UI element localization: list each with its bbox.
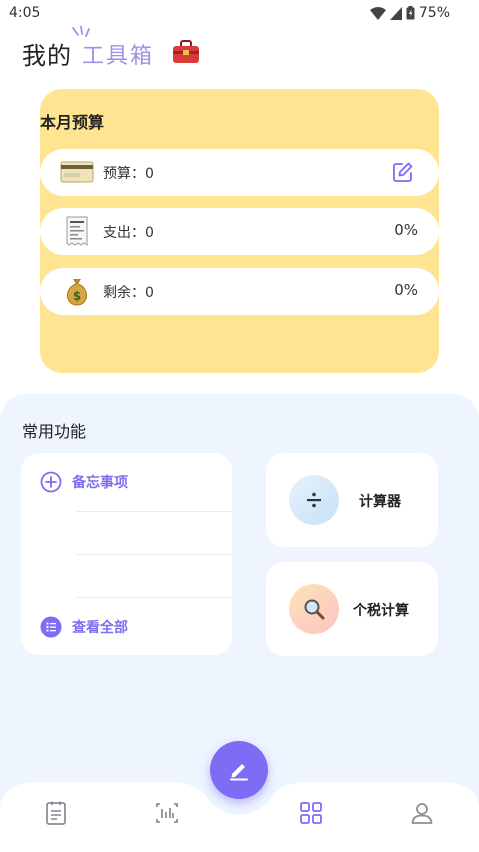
notes-tab-icon[interactable] xyxy=(43,800,69,826)
budget-row-expense: 支出：0 0% xyxy=(40,208,439,255)
grid-tab-icon[interactable] xyxy=(298,800,324,826)
add-memo-label: 备忘事项 xyxy=(72,475,128,491)
battery-percent: 75% xyxy=(418,5,450,21)
status-icons: 75% xyxy=(369,5,450,21)
battery-icon xyxy=(406,6,415,20)
tax-calculator-label: 个税计算 xyxy=(353,603,409,619)
budget-title: 本月预算 xyxy=(40,113,105,132)
memo-divider xyxy=(76,511,232,512)
profile-tab-icon[interactable] xyxy=(409,800,435,826)
view-all-memos-button[interactable]: 查看全部 xyxy=(40,616,128,638)
plus-circle-icon xyxy=(40,471,62,493)
edit-budget-icon[interactable] xyxy=(392,161,414,183)
chart-tab-icon[interactable] xyxy=(154,800,180,826)
magnifier-icon xyxy=(304,599,325,620)
tax-calculator-card[interactable]: 个税计算 xyxy=(266,562,438,656)
credit-card-icon xyxy=(60,161,94,183)
tax-icon-circle xyxy=(289,584,339,634)
wifi-icon xyxy=(369,6,386,20)
divide-icon xyxy=(307,492,321,508)
page-title-accent: 工具箱 xyxy=(82,44,155,69)
remaining-label: 剩余：0 xyxy=(103,285,154,301)
remaining-percent: 0% xyxy=(394,281,418,299)
list-icon xyxy=(40,616,62,638)
budget-label: 预算：0 xyxy=(103,166,154,182)
signal-icon xyxy=(389,6,402,20)
memo-divider xyxy=(76,554,232,555)
expense-percent: 0% xyxy=(394,221,418,239)
add-memo-button[interactable]: 备忘事项 xyxy=(40,471,128,493)
calculator-icon-circle xyxy=(289,475,339,525)
toolbox-icon xyxy=(173,40,199,63)
budget-row-budget: 预算：0 xyxy=(40,149,439,196)
budget-row-remaining: $ 剩余：0 0% xyxy=(40,268,439,315)
functions-title: 常用功能 xyxy=(22,422,87,441)
page-title: 我的 xyxy=(22,42,72,70)
status-time: 4:05 xyxy=(9,5,41,21)
compose-button[interactable] xyxy=(210,741,268,799)
calculator-label: 计算器 xyxy=(359,494,401,510)
money-bag-icon: $ xyxy=(67,279,87,306)
receipt-icon xyxy=(66,216,88,246)
budget-card: 本月预算 预算：0 支出：0 0% $ 剩余：0 0% xyxy=(40,89,439,373)
calculator-card[interactable]: 计算器 xyxy=(266,453,438,547)
pencil-icon xyxy=(230,764,248,781)
memo-card: 备忘事项 查看全部 xyxy=(21,453,232,655)
expense-label: 支出：0 xyxy=(103,225,154,241)
memo-divider xyxy=(76,597,232,598)
status-bar: 4:05 75% xyxy=(0,0,479,28)
svg-text:$: $ xyxy=(73,289,81,303)
view-all-label: 查看全部 xyxy=(72,620,128,636)
